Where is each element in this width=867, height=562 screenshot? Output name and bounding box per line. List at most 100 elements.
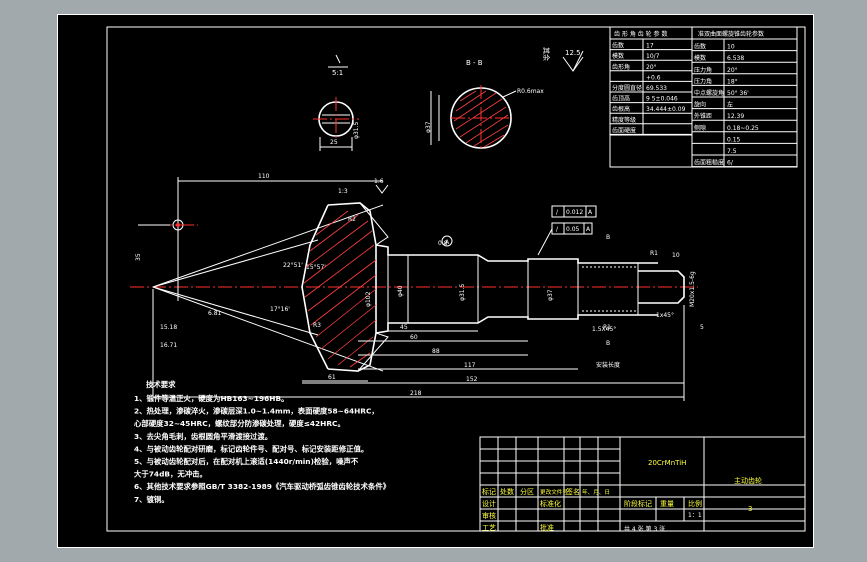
param-left-value-0: 17 xyxy=(646,43,654,50)
param-right-value-5: 左 xyxy=(727,101,733,109)
section-mark-b-top: B xyxy=(606,234,610,241)
technical-requirements: 技术要求 1、锻件等温正火，硬度为HB163~196HB。 2、热处理，渗碳淬火，… xyxy=(134,380,390,504)
dim-phi31-5: φ31.5 xyxy=(459,284,466,302)
tol2-symbol: / xyxy=(556,226,559,233)
dim-thread-length: 安装长度 xyxy=(596,361,620,369)
tol1-symbol: / xyxy=(556,209,559,216)
param-right-label-1: 模数 xyxy=(694,54,706,62)
note-line-1: 2、热处理，渗碳淬火，渗碳层深1.0~1.4mm，表面硬度58~64HRC， xyxy=(134,407,379,416)
dim-phi37: φ37 xyxy=(547,289,554,301)
param-right-value-7: 0.18~0.25 xyxy=(727,125,759,132)
param-right-label-6: 外锥距 xyxy=(694,112,712,120)
param-left-label-5: 齿顶高 xyxy=(612,95,630,103)
drawing-canvas: 5:1 25 φ31.5 B - B φ37 R0.6max 其余 12.5 齿… xyxy=(106,26,806,533)
tol2-ref: A xyxy=(586,226,591,233)
dim-r1-b: R1 xyxy=(650,250,658,257)
param-right-label-0: 齿数 xyxy=(694,43,706,51)
surface-finish-value: 12.5 xyxy=(565,49,581,57)
dim-angle-3: 17°16' xyxy=(270,306,290,313)
title-block: 20CrMnTiH 主动齿轮 3 1：1 共 4 张 第 3 张 标记 处数 分… xyxy=(479,436,806,533)
tb-approve: 批准 xyxy=(540,523,554,532)
note-line-0: 1、锻件等温正火，硬度为HB163~196HB。 xyxy=(134,394,289,403)
drawing-sheet: 5:1 25 φ31.5 B - B φ37 R0.6max 其余 12.5 齿… xyxy=(57,14,814,548)
section-view-left: 5:1 25 φ31.5 xyxy=(313,54,360,151)
note-line-4: 4、与被动齿轮配对研磨，标记齿轮件号、配对号、标记安装距修正值。 xyxy=(134,444,368,453)
section-label-b-b: B - B xyxy=(466,59,483,67)
param-left-label-4: 分度圆直径 xyxy=(612,84,642,92)
gear-parameter-table: 齿 形 角 齿 轮 参 数 准双曲面螺旋锥齿轮参数 齿数 17 模数 10/7 齿形角 2… xyxy=(609,26,798,168)
note-line-5: 5、与被动齿轮配对后，在配对机上滚适(1440r/min)检验，噪声不 xyxy=(134,457,359,466)
tb-label-zone: 分区 xyxy=(520,487,534,496)
tb-label-date: 年、月、日 xyxy=(582,488,610,496)
tol2-value: 0.05 xyxy=(566,226,580,233)
material-label: 20CrMnTiH xyxy=(648,459,686,467)
tb-label-change-doc: 更改文件号 xyxy=(540,488,568,496)
tb-stage-mark: 阶段标记 xyxy=(624,499,652,508)
drawing-number: 3 xyxy=(748,505,752,513)
tb-scale-label: 比例 xyxy=(688,499,702,508)
dim-25: 25 xyxy=(330,139,338,146)
tb-standardization: 标准化 xyxy=(540,499,561,508)
pinion-main-view: 22°51' 15°57' 17°16' 6.81 R2 R3 R1 R1 0.… xyxy=(130,173,704,401)
param-left-value-1: 10/7 xyxy=(646,53,660,60)
dim-chamfer-1-5: 1.5X45° xyxy=(592,326,616,333)
param-left-label-6: 齿根高 xyxy=(612,105,630,113)
param-right-value-9: 7.5 xyxy=(727,148,737,155)
param-right-value-0: 10 xyxy=(727,44,735,51)
geometric-tolerances: / 0.012 A / 0.05 A xyxy=(537,205,597,256)
table-right-title: 准双曲面螺旋锥齿轮参数 xyxy=(698,30,764,38)
section-view-b-b: B - B φ37 R0.6max xyxy=(425,59,544,151)
param-right-value-2: 20° xyxy=(727,67,738,74)
sheet-info: 共 4 张 第 3 张 xyxy=(624,525,665,533)
dim-chamfer-1: 1x45° xyxy=(656,312,674,319)
section-mark-b-bottom: B xyxy=(606,340,610,347)
dim-5: 5 xyxy=(700,324,704,331)
notes-title: 技术要求 xyxy=(146,380,176,389)
param-right-label-2: 压力角 xyxy=(694,66,712,74)
param-right-value-6: 12.39 xyxy=(727,113,744,120)
tb-label-sign: 签名 xyxy=(566,487,580,496)
param-right-value-3: 18° xyxy=(727,78,738,85)
param-right-label-7: 侧隙 xyxy=(694,124,706,132)
note-line-7: 6、其他技术要求参照GB/T 3382-1989《汽车驱动桥弧齿锥齿轮技术条件》 xyxy=(134,482,390,491)
param-left-label-2: 齿形角 xyxy=(612,63,630,71)
roughness-1-6: 1.6 xyxy=(374,178,384,185)
note-line-6: 大于74dB，无冲击。 xyxy=(134,470,207,479)
notes-lines: 1、锻件等温正火，硬度为HB163~196HB。 2、热处理，渗碳淬火，渗碳层深1… xyxy=(134,394,390,504)
dim-6-81: 6.81 xyxy=(208,310,222,317)
dim-phi40: φ40 xyxy=(397,285,404,297)
dim-angle-2: 15°57' xyxy=(306,264,326,271)
dim-15-18: 15.18 xyxy=(160,324,177,331)
dim-phi102: φ102 xyxy=(365,291,372,307)
dim-88: 88 xyxy=(432,348,440,355)
tb-weight: 重量 xyxy=(660,500,674,508)
tb-label-count: 处数 xyxy=(500,487,514,496)
part-name: 主动齿轮 xyxy=(734,476,762,485)
dim-60: 60 xyxy=(410,334,418,341)
note-line-3: 3、去尖角毛刺，齿根圆角平滑渡接过渡。 xyxy=(134,432,272,441)
param-right-label-10: 齿面粗糙度 xyxy=(694,159,724,167)
tb-review: 审核 xyxy=(482,511,496,520)
bottom-dimensions: 45 60 88 117 61 152 218 xyxy=(152,289,685,401)
note-line-8: 7、镀铜。 xyxy=(134,495,169,504)
note-line-2: 心部硬度32~45HRC，螺纹部分防渗碳处理，硬度≤42HRC。 xyxy=(134,419,345,428)
param-left-label-0: 齿数 xyxy=(612,42,624,50)
dim-taper-1-3: 1:3 xyxy=(338,188,348,195)
param-left-label-1: 模数 xyxy=(612,52,624,60)
table-left-title: 齿 形 角 齿 轮 参 数 xyxy=(614,30,667,38)
param-right-label-4: 中点螺旋角 xyxy=(694,89,724,97)
param-left-value-4: 69.533 xyxy=(646,85,667,92)
dim-110: 110 xyxy=(258,173,270,180)
dim-35: 35 xyxy=(135,253,142,261)
table-right-rows: 齿数 10 模数 6.538 压力角 20° 压力角 18°中点螺旋角 50° 36' 旋向 左外锥… xyxy=(692,43,797,168)
dim-r2: R2 xyxy=(348,216,356,223)
param-right-value-4: 50° 36' xyxy=(727,90,749,97)
tb-design: 设计 xyxy=(482,499,496,508)
dim-10: 10 xyxy=(672,252,680,259)
table-left-rows: 齿数 17 模数 10/7 齿形角 20° +0.6 分度圆直径 69.533 齿顶高 9 5±0.… xyxy=(610,42,692,135)
param-right-value-10: 6/ xyxy=(727,160,734,167)
dim-117: 117 xyxy=(464,362,476,369)
param-left-label-8: 齿面硬度 xyxy=(612,126,636,134)
scale-label-5-1: 5:1 xyxy=(332,69,343,77)
tb-label-mark: 标记 xyxy=(482,487,496,496)
